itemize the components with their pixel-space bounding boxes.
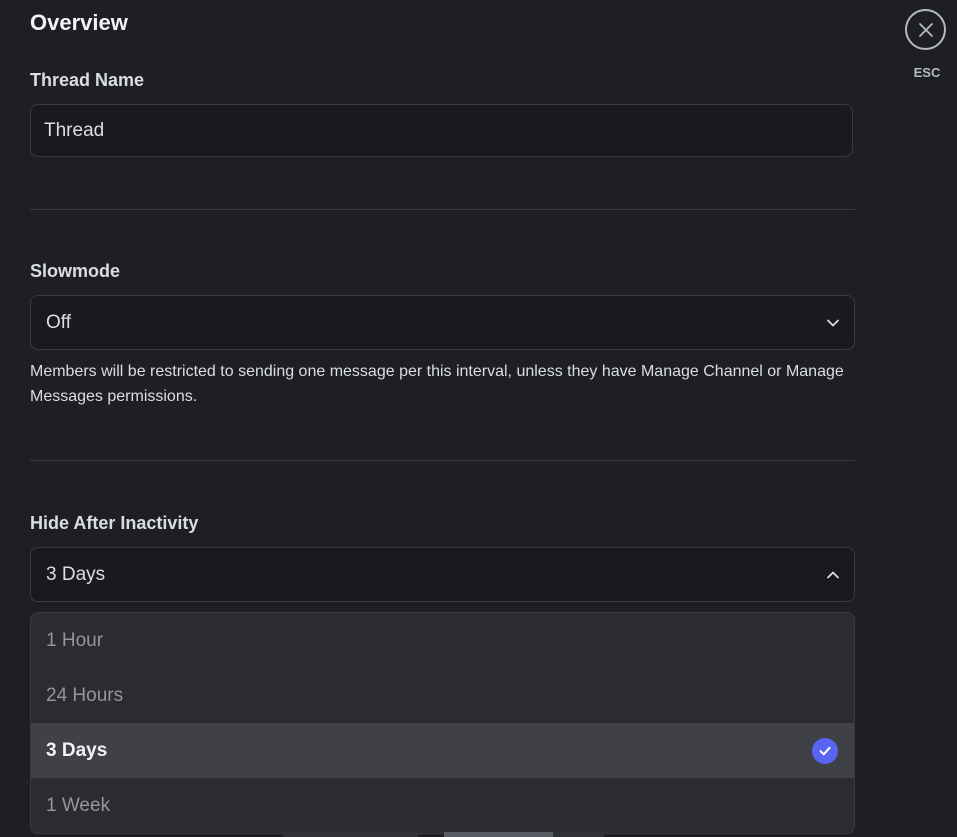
hide-after-inactivity-selected-value: 3 Days	[46, 563, 106, 585]
thread-name-value: Thread	[44, 119, 105, 141]
dropdown-option-1-hour[interactable]: 1 Hour	[31, 613, 854, 668]
divider	[30, 460, 855, 461]
checkmark-icon	[812, 737, 838, 764]
close-button[interactable]	[905, 9, 946, 50]
hide-after-inactivity-label: Hide After Inactivity	[30, 513, 199, 533]
esc-label: ESC	[913, 65, 941, 80]
background-element	[283, 832, 418, 837]
option-label: 1 Week	[46, 794, 111, 816]
chevron-down-icon	[827, 319, 839, 326]
slowmode-select[interactable]: Off	[30, 295, 855, 350]
hide-after-inactivity-select[interactable]: 3 Days	[30, 547, 855, 602]
background-element	[444, 832, 553, 837]
option-label: 3 Days	[46, 739, 108, 761]
dropdown-option-3-days[interactable]: 3 Days	[31, 723, 854, 778]
page-title: Overview	[30, 10, 128, 35]
hide-after-inactivity-dropdown: 1 Hour 24 Hours 3 Days 1 Week	[30, 612, 855, 834]
chevron-up-icon	[827, 571, 839, 578]
slowmode-selected-value: Off	[46, 311, 71, 333]
thread-name-input[interactable]: Thread	[30, 104, 853, 157]
background-element	[553, 832, 604, 837]
settings-page: Overview ESC Thread Name Thread Slowmode…	[0, 0, 957, 837]
option-label: 24 Hours	[46, 684, 124, 706]
slowmode-help-text: Members will be restricted to sending on…	[30, 363, 844, 405]
close-icon	[918, 22, 933, 37]
divider	[30, 209, 855, 210]
dropdown-option-1-week[interactable]: 1 Week	[31, 778, 854, 833]
slowmode-label: Slowmode	[30, 261, 121, 281]
dropdown-option-24-hours[interactable]: 24 Hours	[31, 668, 854, 723]
option-label: 1 Hour	[46, 629, 104, 651]
thread-name-label: Thread Name	[30, 70, 145, 90]
